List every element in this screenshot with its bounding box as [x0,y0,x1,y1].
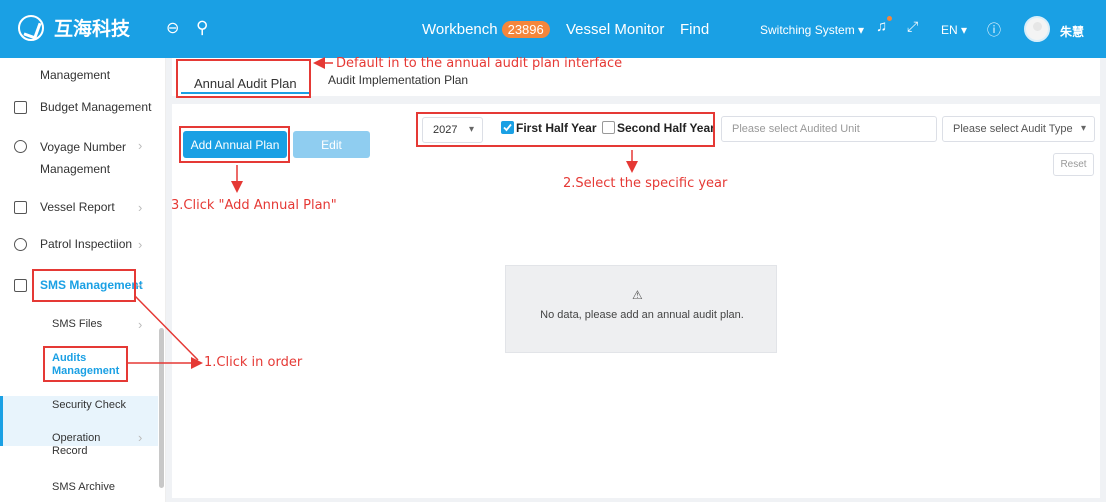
annotation-arrows [128,57,638,369]
note-default: Default in to the annual audit plan inte… [336,56,623,71]
note-step1: 1.Click in order [204,355,303,370]
note-step3: 3.Click "Add Annual Plan" [171,198,337,213]
note-step2: 2.Select the specific year [563,176,728,191]
